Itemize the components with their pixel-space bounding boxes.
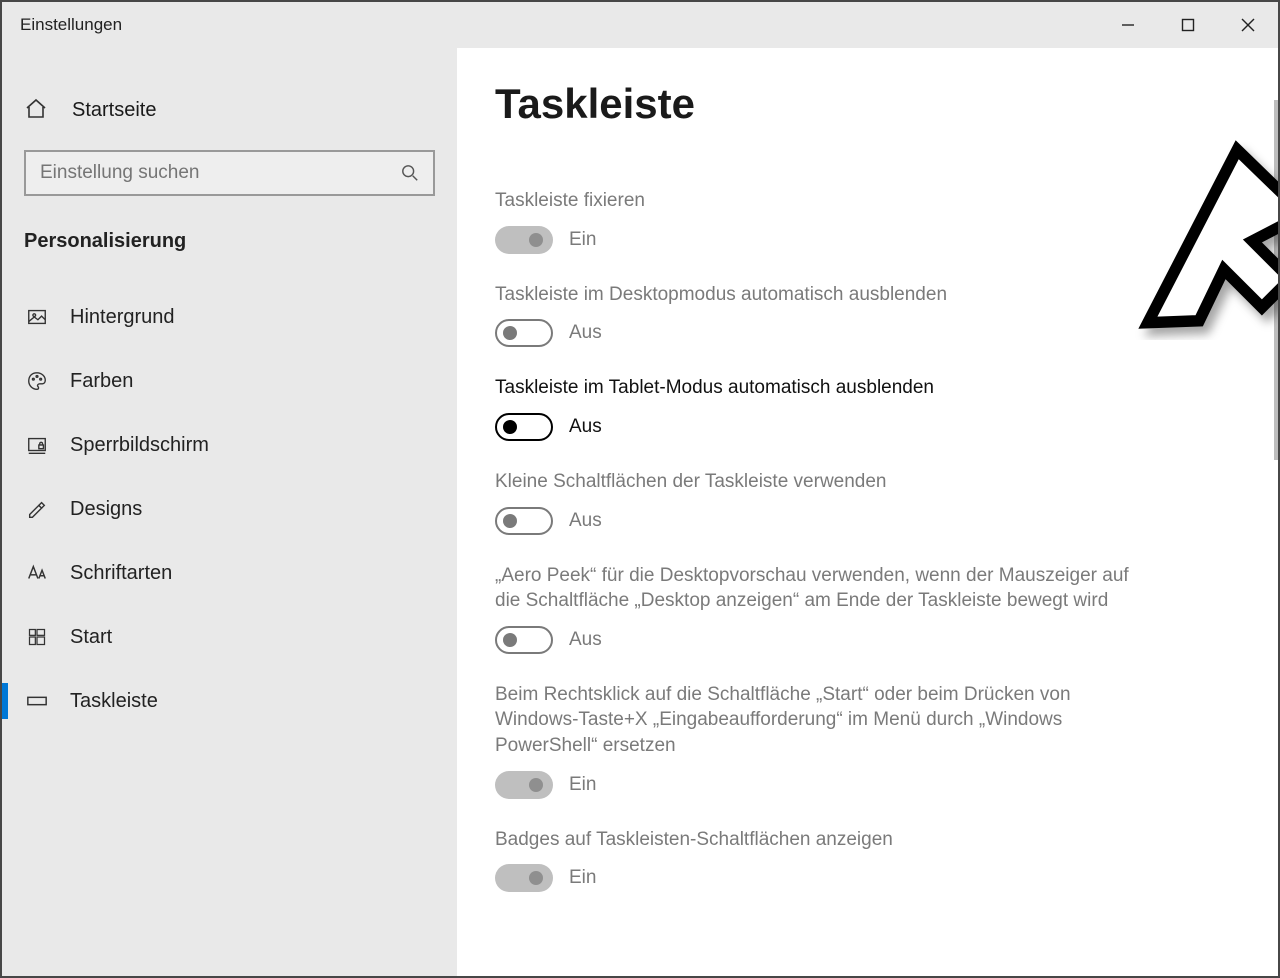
toggle-state-text: Aus — [569, 322, 602, 344]
toggle-switch[interactable] — [495, 319, 553, 347]
sidebar: Startseite Personalisierung Hintergrund — [2, 48, 457, 976]
sidebar-item-label: Farben — [70, 370, 133, 393]
taskbar-icon — [24, 688, 50, 714]
toggle-state-text: Ein — [569, 229, 596, 251]
toggle-row: Ein — [495, 771, 1131, 799]
setting-label: „Aero Peek“ für die Desktopvorschau verw… — [495, 563, 1131, 614]
themes-icon — [24, 496, 50, 522]
setting-powershell: Beim Rechtsklick auf die Schaltfläche „S… — [495, 682, 1131, 799]
sidebar-item-label: Hintergrund — [70, 306, 175, 329]
sidebar-item-themes[interactable]: Designs — [2, 477, 457, 541]
setting-lock: Taskleiste fixieren Ein — [495, 188, 1131, 254]
setting-label: Badges auf Taskleisten-Schaltflächen anz… — [495, 827, 1131, 853]
sidebar-item-fonts[interactable]: Schriftarten — [2, 541, 457, 605]
toggle-state-text: Aus — [569, 510, 602, 532]
sidebar-item-taskbar[interactable]: Taskleiste — [2, 669, 457, 733]
setting-label: Kleine Schaltflächen der Taskleiste verw… — [495, 469, 1131, 495]
setting-label: Taskleiste im Tablet-Modus automatisch a… — [495, 375, 1131, 401]
toggle-switch[interactable] — [495, 626, 553, 654]
sidebar-item-colors[interactable]: Farben — [2, 349, 457, 413]
sidebar-item-lockscreen[interactable]: Sperrbildschirm — [2, 413, 457, 477]
window-controls — [1098, 2, 1278, 48]
sidebar-item-start[interactable]: Start — [2, 605, 457, 669]
minimize-button[interactable] — [1098, 2, 1158, 48]
settings-window: Einstellungen Startseite — [0, 0, 1280, 978]
home-icon — [24, 97, 50, 123]
toggle-state-text: Aus — [569, 629, 602, 651]
setting-label: Taskleiste fixieren — [495, 188, 1131, 214]
search-input[interactable] — [40, 162, 381, 184]
setting-autohide-tablet: Taskleiste im Tablet-Modus automatisch a… — [495, 375, 1131, 441]
toggle-switch — [495, 226, 553, 254]
toggle-switch[interactable] — [495, 507, 553, 535]
setting-autohide-desktop: Taskleiste im Desktopmodus automatisch a… — [495, 282, 1131, 348]
search-icon — [401, 164, 419, 182]
search-box[interactable] — [24, 150, 435, 196]
sidebar-item-label: Start — [70, 626, 112, 649]
scrollbar[interactable] — [1274, 100, 1278, 460]
page-title: Taskleiste — [495, 80, 1131, 128]
toggle-state-text: Ein — [569, 867, 596, 889]
maximize-button[interactable] — [1158, 2, 1218, 48]
fonts-icon — [24, 560, 50, 586]
toggle-switch[interactable] — [495, 413, 553, 441]
setting-aero-peek: „Aero Peek“ für die Desktopvorschau verw… — [495, 563, 1131, 654]
setting-label: Taskleiste im Desktopmodus automatisch a… — [495, 282, 1131, 308]
setting-badges: Badges auf Taskleisten-Schaltflächen anz… — [495, 827, 1131, 893]
sidebar-item-label: Taskleiste — [70, 690, 158, 713]
sidebar-item-label: Sperrbildschirm — [70, 434, 209, 457]
toggle-switch — [495, 864, 553, 892]
toggle-row: Aus — [495, 507, 1131, 535]
content-area: Taskleiste Taskleiste fixierenEinTasklei… — [457, 48, 1278, 976]
home-label: Startseite — [72, 99, 156, 122]
toggle-row: Aus — [495, 319, 1131, 347]
setting-small-buttons: Kleine Schaltflächen der Taskleiste verw… — [495, 469, 1131, 535]
toggle-row: Aus — [495, 413, 1131, 441]
toggle-row: Ein — [495, 864, 1131, 892]
toggle-row: Ein — [495, 226, 1131, 254]
titlebar: Einstellungen — [2, 2, 1278, 48]
toggle-switch — [495, 771, 553, 799]
sidebar-item-label: Schriftarten — [70, 562, 172, 585]
lockscreen-icon — [24, 432, 50, 458]
setting-label: Beim Rechtsklick auf die Schaltfläche „S… — [495, 682, 1131, 759]
settings-list: Taskleiste fixieren Ein Taskleiste im Desk… — [495, 188, 1131, 892]
section-title: Personalisierung — [2, 196, 457, 261]
image-icon — [24, 304, 50, 330]
close-button[interactable] — [1218, 2, 1278, 48]
toggle-state-text: Ein — [569, 774, 596, 796]
palette-icon — [24, 368, 50, 394]
window-title: Einstellungen — [20, 15, 122, 35]
sidebar-item-label: Designs — [70, 498, 142, 521]
nav: Hintergrund Farben Sperrbildschirm — [2, 285, 457, 733]
toggle-row: Aus — [495, 626, 1131, 654]
toggle-state-text: Aus — [569, 416, 602, 438]
home-link[interactable]: Startseite — [2, 86, 457, 134]
start-icon — [24, 624, 50, 650]
sidebar-item-background[interactable]: Hintergrund — [2, 285, 457, 349]
